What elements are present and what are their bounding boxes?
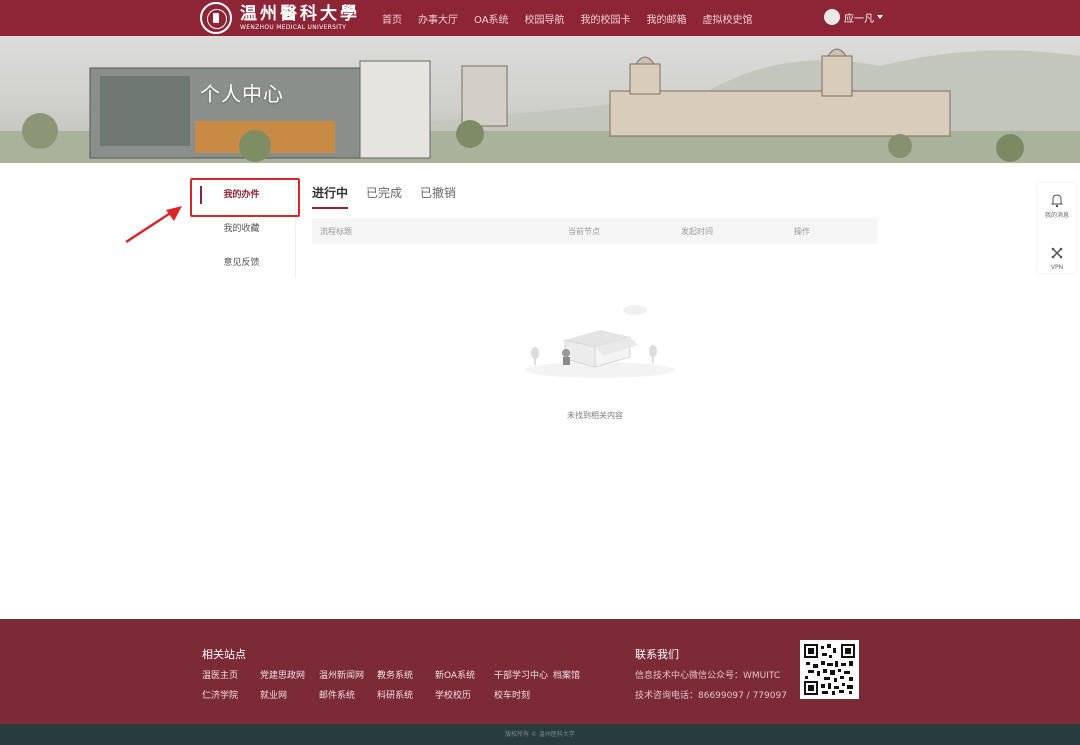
copyright-text: 版权所有 © 温州医科大学 bbox=[505, 731, 575, 738]
empty-box-illustration bbox=[525, 305, 675, 378]
wechat-account: 信息技术中心微信公众号：WMUITC bbox=[635, 671, 781, 681]
vpn-button[interactable]: VPN bbox=[1038, 246, 1076, 291]
related-sites-title: 相关站点 bbox=[202, 648, 246, 661]
footer-link[interactable]: 邮件系统 bbox=[319, 688, 355, 701]
annotation-highlight-box bbox=[190, 178, 300, 217]
nav-oa-system[interactable]: OA系统 bbox=[474, 11, 509, 26]
footer-link[interactable]: 教务系统 bbox=[377, 668, 413, 681]
tab-revoked[interactable]: 已撤销 bbox=[420, 184, 456, 209]
logo-chinese-name: 温州醫科大學 bbox=[240, 3, 360, 24]
column-actions: 操作 bbox=[794, 227, 810, 236]
vpn-icon bbox=[1051, 247, 1063, 259]
university-seal-icon bbox=[200, 2, 232, 34]
table-header: 流程标题 当前节点 发起时间 操作 bbox=[312, 218, 877, 244]
nav-virtual-history-museum[interactable]: 虚拟校史馆 bbox=[703, 11, 753, 26]
qr-code-icon bbox=[800, 640, 859, 699]
vpn-label: VPN bbox=[1050, 264, 1064, 271]
footer-link[interactable]: 温州新闻网 bbox=[319, 668, 364, 681]
logo-text: 温州醫科大學 WENZHOU MEDICAL UNIVERSITY bbox=[240, 5, 360, 32]
tab-in-progress[interactable]: 进行中 bbox=[312, 184, 349, 209]
footer-link[interactable]: 就业网 bbox=[260, 688, 287, 701]
nav-campus-card[interactable]: 我的校园卡 bbox=[581, 11, 631, 26]
footer-link[interactable]: 温医主页 bbox=[202, 668, 238, 681]
top-navbar: 温州醫科大學 WENZHOU MEDICAL UNIVERSITY 首页 办事大… bbox=[0, 0, 1080, 36]
empty-state-message: 未找到相关内容 bbox=[567, 411, 623, 420]
sidebar-item-favorites[interactable]: 我的收藏 bbox=[188, 212, 295, 246]
column-process-title: 流程标题 bbox=[320, 227, 352, 236]
column-current-node: 当前节点 bbox=[568, 227, 600, 236]
nav-mailbox[interactable]: 我的邮箱 bbox=[647, 11, 687, 26]
footer: 相关站点 温医主页 党建思政网 温州新闻网 教务系统 新OA系统 干部学习中心 … bbox=[0, 619, 1080, 724]
tab-completed[interactable]: 已完成 bbox=[366, 184, 402, 209]
logo-english-name: WENZHOU MEDICAL UNIVERSITY bbox=[240, 23, 347, 31]
main-nav: 首页 办事大厅 OA系统 校园导航 我的校园卡 我的邮箱 虚拟校史馆 bbox=[382, 0, 769, 36]
copyright-bar: 版权所有 © 温州医科大学 bbox=[0, 724, 1080, 745]
user-name: 应一凡 bbox=[844, 13, 874, 25]
footer-link[interactable]: 校车时刻 bbox=[494, 688, 530, 701]
floating-toolbar: 我的消息 VPN bbox=[1038, 183, 1076, 273]
sidebar-item-feedback[interactable]: 意见反馈 bbox=[188, 246, 295, 280]
support-phone: 技术咨询电话：86699097 / 779097 bbox=[635, 691, 787, 701]
nav-service-hall[interactable]: 办事大厅 bbox=[418, 11, 458, 26]
user-menu[interactable]: 应一凡 bbox=[824, 9, 883, 25]
annotation-arrow-icon bbox=[125, 206, 182, 244]
footer-link[interactable]: 仁济学院 bbox=[202, 688, 238, 701]
campus-banner: 个人中心 bbox=[0, 36, 1080, 163]
university-logo[interactable]: 温州醫科大學 WENZHOU MEDICAL UNIVERSITY bbox=[200, 2, 360, 34]
contact-us-title: 联系我们 bbox=[635, 648, 679, 661]
footer-link[interactable]: 新OA系统 bbox=[435, 668, 475, 681]
footer-link[interactable]: 学校校历 bbox=[435, 688, 471, 701]
page: 温州醫科大學 WENZHOU MEDICAL UNIVERSITY 首页 办事大… bbox=[0, 0, 1080, 745]
column-start-time: 发起时间 bbox=[681, 227, 713, 236]
footer-link[interactable]: 干部学习中心 bbox=[494, 668, 548, 681]
status-tabs: 进行中 已完成 已撤销 bbox=[312, 184, 474, 209]
footer-link[interactable]: 档案馆 bbox=[553, 668, 580, 681]
campus-sketch-illustration bbox=[0, 48, 1080, 163]
chevron-down-icon bbox=[877, 15, 883, 19]
footer-link[interactable]: 党建思政网 bbox=[260, 668, 305, 681]
messages-label: 我的消息 bbox=[1044, 212, 1069, 219]
nav-home[interactable]: 首页 bbox=[382, 11, 402, 26]
bell-icon bbox=[1050, 194, 1064, 208]
messages-button[interactable]: 我的消息 bbox=[1038, 192, 1076, 237]
footer-link[interactable]: 科研系统 bbox=[377, 688, 413, 701]
avatar bbox=[824, 9, 840, 25]
page-title: 个人中心 bbox=[200, 82, 284, 106]
nav-campus-navigation[interactable]: 校园导航 bbox=[525, 11, 565, 26]
